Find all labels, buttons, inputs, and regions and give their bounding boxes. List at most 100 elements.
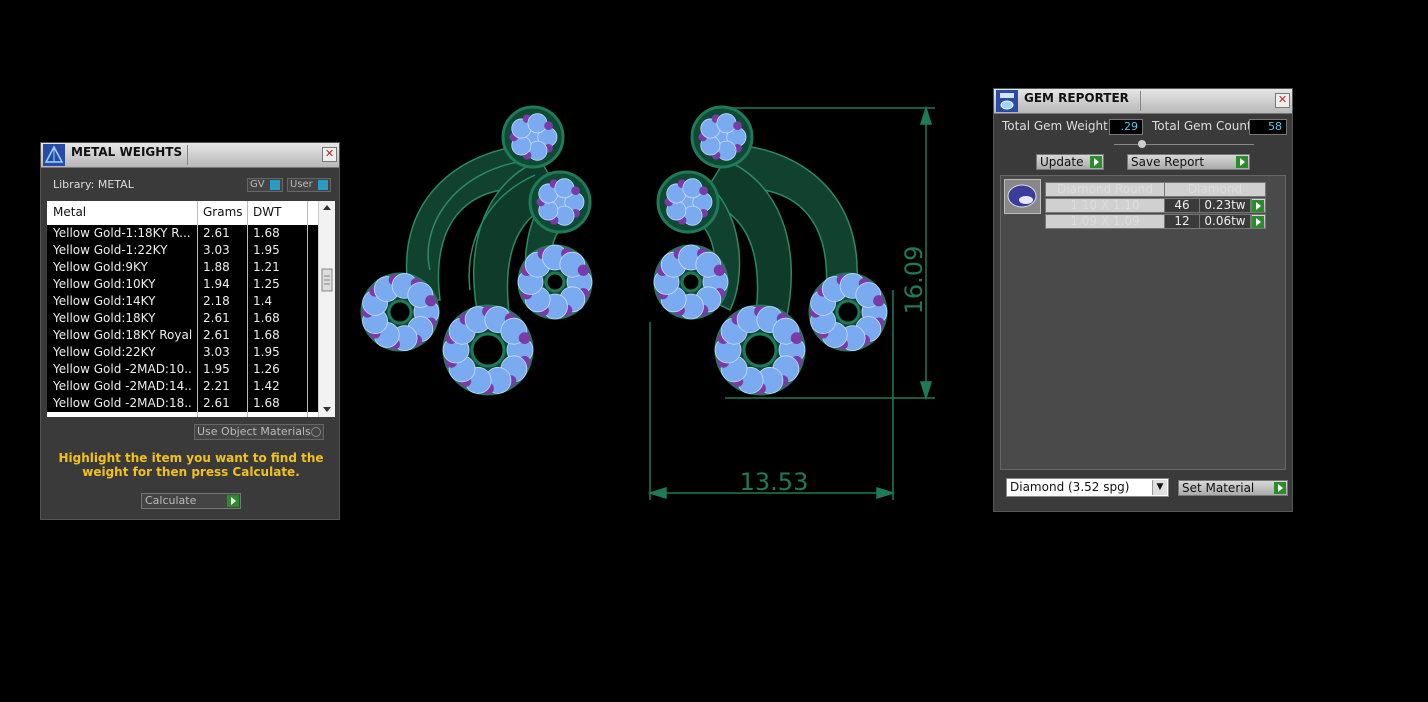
gv-toggle-label: GV bbox=[250, 179, 265, 190]
cell-grams: 2.61 bbox=[203, 311, 230, 325]
gem-cluster bbox=[653, 244, 729, 320]
play-icon bbox=[1236, 156, 1248, 168]
cell-grams: 1.95 bbox=[203, 362, 230, 376]
gem-weight-cell: 0.23tw bbox=[1199, 198, 1251, 213]
gem-count-cell: 46 bbox=[1164, 198, 1200, 213]
gem-cluster bbox=[360, 272, 440, 352]
cell-grams: 2.18 bbox=[203, 294, 230, 308]
use-object-materials-label: Use Object Materials bbox=[197, 425, 311, 438]
cell-dwt: 1.95 bbox=[253, 243, 280, 257]
cell-metal: Yellow Gold-1:22KY bbox=[53, 243, 168, 257]
cell-metal: Yellow Gold -2MAD:14... bbox=[53, 379, 193, 393]
model-viewport[interactable]: 16.09 13.53 bbox=[350, 90, 970, 530]
table-row[interactable]: Yellow Gold -2MAD:14... 2.21 1.42 bbox=[47, 378, 319, 395]
user-toggle[interactable]: User bbox=[287, 178, 331, 192]
titlebar-divider bbox=[1140, 91, 1141, 111]
gem-cluster bbox=[442, 304, 534, 396]
chevron-down-icon[interactable]: ▼ bbox=[1152, 480, 1167, 495]
gem-reporter-icon bbox=[996, 90, 1018, 112]
set-material-button[interactable]: Set Material bbox=[1178, 480, 1288, 496]
scroll-up-icon bbox=[323, 205, 331, 210]
set-material-label: Set Material bbox=[1182, 481, 1255, 495]
cell-dwt: 1.4 bbox=[253, 294, 273, 308]
width-dimension-label: 13.53 bbox=[740, 468, 809, 496]
gem-size-cell: 1.09 X 1.09 bbox=[1045, 214, 1165, 229]
cell-dwt: 1.21 bbox=[253, 260, 280, 274]
cell-grams: 2.61 bbox=[203, 396, 230, 410]
material-select[interactable]: Diamond (3.52 spg) ▼ bbox=[1006, 478, 1169, 497]
table-row[interactable]: Yellow Gold -2MAD:10... 1.95 1.26 bbox=[47, 361, 319, 378]
user-toggle-knob bbox=[318, 180, 328, 190]
height-dimension-label: 16.09 bbox=[900, 246, 928, 315]
metal-weights-titlebar[interactable]: METAL WEIGHTS ✕ bbox=[41, 143, 339, 168]
gem-row-select-button[interactable] bbox=[1251, 214, 1266, 229]
column-header-grams[interactable]: Grams bbox=[203, 205, 243, 219]
gem-count-cell: 12 bbox=[1164, 214, 1200, 229]
save-report-button[interactable]: Save Report bbox=[1127, 154, 1250, 170]
use-object-materials-toggle[interactable]: Use Object Materials bbox=[194, 424, 324, 440]
gem-row-select-button[interactable] bbox=[1251, 198, 1266, 213]
gem-reporter-panel: GEM REPORTER ✕ Total Gem Weight .29 Tota… bbox=[993, 88, 1293, 512]
gem-cluster bbox=[528, 170, 592, 234]
calculate-button[interactable]: Calculate bbox=[141, 493, 241, 509]
cell-dwt: 1.95 bbox=[253, 345, 280, 359]
gem-cluster bbox=[690, 105, 754, 169]
table-row[interactable]: Yellow Gold:18KY 2.61 1.68 bbox=[47, 310, 319, 327]
round-diamond-icon bbox=[1007, 184, 1037, 208]
total-gem-count-field[interactable]: 58 bbox=[1249, 119, 1287, 135]
column-header-metal[interactable]: Metal bbox=[53, 205, 86, 219]
update-button[interactable]: Update bbox=[1036, 154, 1104, 170]
material-select-value: Diamond (3.52 spg) bbox=[1010, 480, 1130, 494]
table-row[interactable]: Yellow Gold-1:18KY R... 2.61 1.68 bbox=[47, 225, 319, 242]
gem-reporter-titlebar[interactable]: GEM REPORTER ✕ bbox=[994, 89, 1292, 114]
scroll-down-icon bbox=[323, 407, 331, 412]
metal-table: Metal Grams DWT Yellow Gold-1:18KY R... 2… bbox=[47, 201, 335, 417]
instruction-text: Highlight the item you want to find the … bbox=[58, 451, 324, 479]
gem-thumbnail[interactable] bbox=[1004, 179, 1041, 214]
cell-dwt: 1.68 bbox=[253, 396, 280, 410]
total-gem-weight-label: Total Gem Weight bbox=[1002, 119, 1108, 133]
cell-grams: 3.03 bbox=[203, 243, 230, 257]
gv-toggle[interactable]: GV bbox=[247, 178, 283, 192]
close-icon[interactable]: ✕ bbox=[1275, 93, 1290, 108]
cell-dwt: 1.68 bbox=[253, 328, 280, 342]
cell-metal: Yellow Gold:14KY bbox=[53, 294, 156, 308]
update-label: Update bbox=[1040, 155, 1084, 169]
cell-grams: 1.88 bbox=[203, 260, 230, 274]
cell-metal: Yellow Gold:18KY Royal bbox=[53, 328, 193, 342]
cell-grams: 1.94 bbox=[203, 277, 230, 291]
column-header-dwt[interactable]: DWT bbox=[253, 205, 281, 219]
table-row[interactable]: Yellow Gold:14KY 2.18 1.4 bbox=[47, 293, 319, 310]
gem-list-area: Diamond Round Diamond 1.10 X 1.10 46 0.23t… bbox=[1000, 175, 1286, 470]
library-label: Library: METAL bbox=[53, 178, 134, 191]
cell-metal: Yellow Gold:10KY bbox=[53, 277, 156, 291]
cell-metal: Yellow Gold -2MAD:18... bbox=[53, 396, 193, 410]
column-divider bbox=[247, 201, 248, 417]
play-icon bbox=[1252, 216, 1264, 228]
table-row[interactable]: Yellow Gold -2MAD:18... 2.61 1.68 bbox=[47, 395, 319, 412]
table-row[interactable]: Yellow Gold:18KY Royal 2.61 1.68 bbox=[47, 327, 319, 344]
column-divider bbox=[307, 201, 308, 417]
cell-metal: Yellow Gold:18KY bbox=[53, 311, 156, 325]
cell-dwt: 1.68 bbox=[253, 311, 280, 325]
gem-cluster bbox=[501, 105, 565, 169]
total-gem-weight-field[interactable]: .29 bbox=[1109, 119, 1143, 135]
table-row[interactable]: Yellow Gold:22KY 3.03 1.95 bbox=[47, 344, 319, 361]
metal-table-scrollbar[interactable] bbox=[318, 201, 335, 417]
calculate-label: Calculate bbox=[145, 494, 197, 507]
metal-weights-title: METAL WEIGHTS bbox=[71, 145, 183, 159]
close-icon[interactable]: ✕ bbox=[322, 147, 337, 162]
gem-shape-header: Diamond Round bbox=[1045, 182, 1165, 197]
gem-reporter-title: GEM REPORTER bbox=[1024, 91, 1129, 105]
table-row[interactable]: Yellow Gold:9KY 1.88 1.21 bbox=[47, 259, 319, 276]
splitter-handle[interactable] bbox=[1138, 140, 1146, 148]
cell-dwt: 1.26 bbox=[253, 362, 280, 376]
metal-table-header: Metal Grams DWT bbox=[47, 201, 319, 223]
save-report-label: Save Report bbox=[1131, 155, 1205, 169]
gem-size-cell: 1.10 X 1.10 bbox=[1045, 198, 1165, 213]
table-row[interactable]: Yellow Gold-1:22KY 3.03 1.95 bbox=[47, 242, 319, 259]
cell-metal: Yellow Gold:22KY bbox=[53, 345, 156, 359]
gem-cluster bbox=[714, 304, 806, 396]
column-divider bbox=[197, 201, 198, 417]
table-row[interactable]: Yellow Gold:10KY 1.94 1.25 bbox=[47, 276, 319, 293]
